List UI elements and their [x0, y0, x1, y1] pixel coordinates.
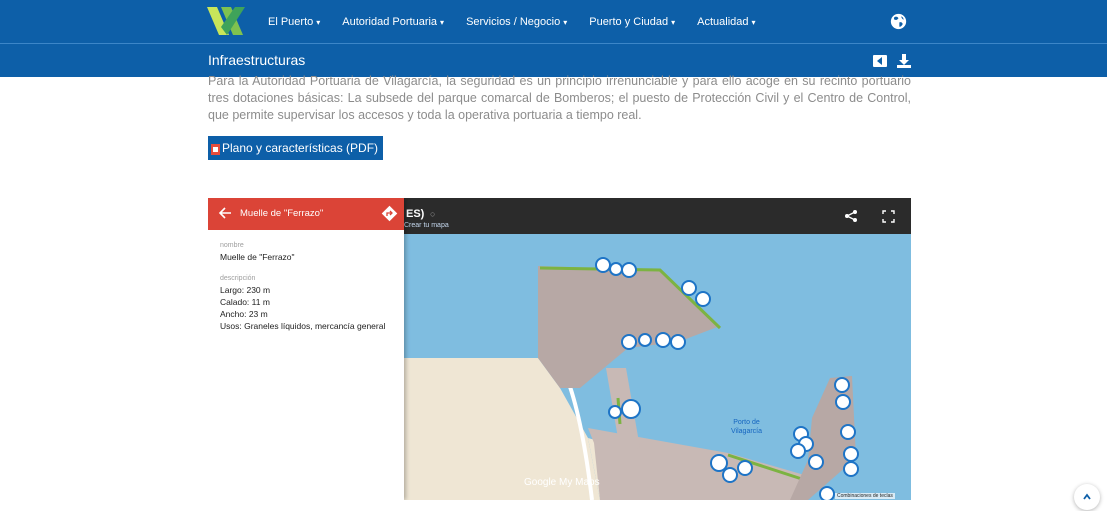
download-icon[interactable]: [896, 53, 912, 69]
fullscreen-icon[interactable]: [882, 210, 895, 223]
logo-icon[interactable]: [207, 5, 245, 37]
nav-item-autoridad-portuaria[interactable]: Autoridad Portuaria ▾: [342, 16, 444, 28]
map-info-dot[interactable]: ○: [430, 209, 435, 219]
globe-icon[interactable]: [890, 13, 907, 30]
keyboard-shortcuts-link[interactable]: Combinaciones de teclas: [835, 493, 895, 499]
nav-item-servicios-negocio[interactable]: Servicios / Negocio ▾: [466, 16, 567, 28]
description-line: Largo: 230 m: [220, 285, 271, 295]
description-line: Ancho: 23 m: [220, 309, 268, 319]
main-menu: El Puerto ▾ Autoridad Portuaria ▾ Servicio…: [268, 0, 778, 43]
description-line: Calado: 11 m: [220, 297, 270, 307]
back-icon[interactable]: [872, 53, 888, 69]
pdf-plan-button-label: Plano y características (PDF): [222, 141, 379, 155]
chevron-up-icon: [1083, 493, 1091, 500]
map-title[interactable]: ES): [406, 208, 424, 220]
info-panel-header: Muelle de "Ferrazo": [208, 198, 404, 230]
map-header: ES) ○ Crear tu mapa: [404, 198, 911, 234]
nav-item-el-puerto[interactable]: El Puerto ▾: [268, 16, 320, 28]
map-info-panel: Muelle de "Ferrazo" nombre Muelle de "Fe…: [208, 198, 404, 500]
pdf-plan-button[interactable]: Plano y características (PDF): [208, 136, 384, 160]
name-label: nombre: [220, 242, 244, 249]
caret-down-icon: ▾: [316, 17, 321, 27]
directions-icon[interactable]: [381, 205, 398, 222]
info-panel-title: Muelle de "Ferrazo": [240, 208, 324, 219]
description-line: Usos: Graneles líquidos, mercancía gener…: [220, 321, 386, 331]
caret-down-icon: ▾: [563, 17, 568, 27]
share-icon[interactable]: [844, 209, 858, 223]
page-title: Infraestructuras: [208, 52, 306, 68]
name-value: Muelle de "Ferrazo": [220, 252, 295, 262]
arrow-left-icon[interactable]: [218, 206, 232, 220]
scroll-to-top-button[interactable]: [1074, 484, 1100, 510]
caret-down-icon: ▾: [751, 17, 756, 27]
place-label: Porto de Vilagarcía: [731, 419, 763, 435]
google-my-maps-logo: Google My Maps: [524, 477, 600, 488]
description-label: descripción: [220, 275, 256, 282]
nav-item-puerto-y-ciudad[interactable]: Puerto y Ciudad ▾: [589, 16, 675, 28]
intro-paragraph: Para la Autoridad Portuaria de Vilagarcí…: [208, 74, 911, 122]
page-header-bar: Infraestructuras: [0, 43, 1107, 77]
embedded-map[interactable]: Porto de Vilagarcía Google My Maps Combi…: [208, 198, 911, 500]
caret-down-icon: ▾: [440, 17, 445, 27]
top-navbar: El Puerto ▾ Autoridad Portuaria ▾ Servicio…: [0, 0, 1107, 43]
create-map-link[interactable]: Crear tu mapa: [404, 222, 449, 229]
nav-item-actualidad[interactable]: Actualidad ▾: [697, 16, 755, 28]
pdf-file-icon: [211, 143, 220, 155]
caret-down-icon: ▾: [671, 17, 676, 27]
